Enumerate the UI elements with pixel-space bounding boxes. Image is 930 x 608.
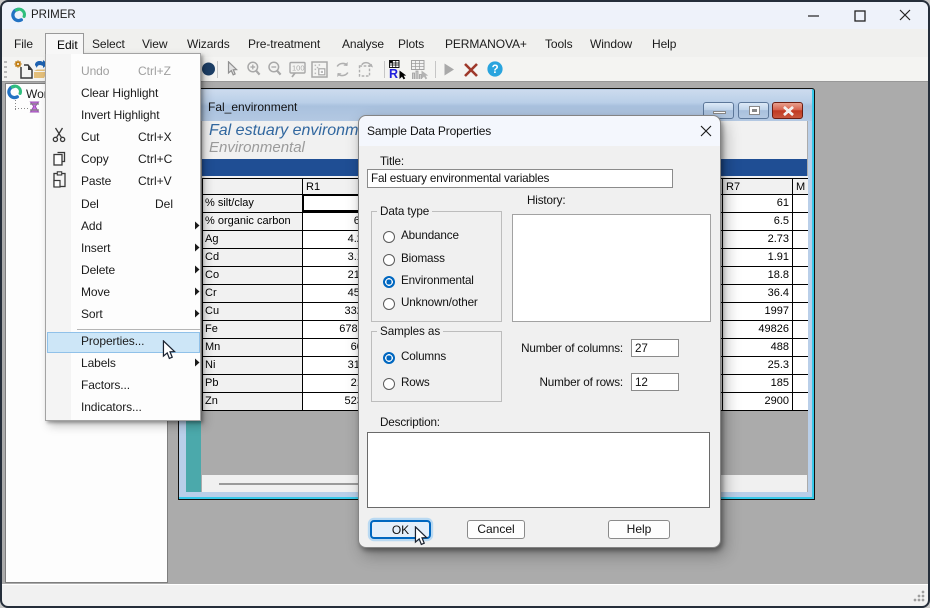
svg-text:?: ? bbox=[492, 64, 499, 76]
svg-text:100: 100 bbox=[292, 64, 305, 73]
svg-text:R: R bbox=[389, 67, 398, 80]
